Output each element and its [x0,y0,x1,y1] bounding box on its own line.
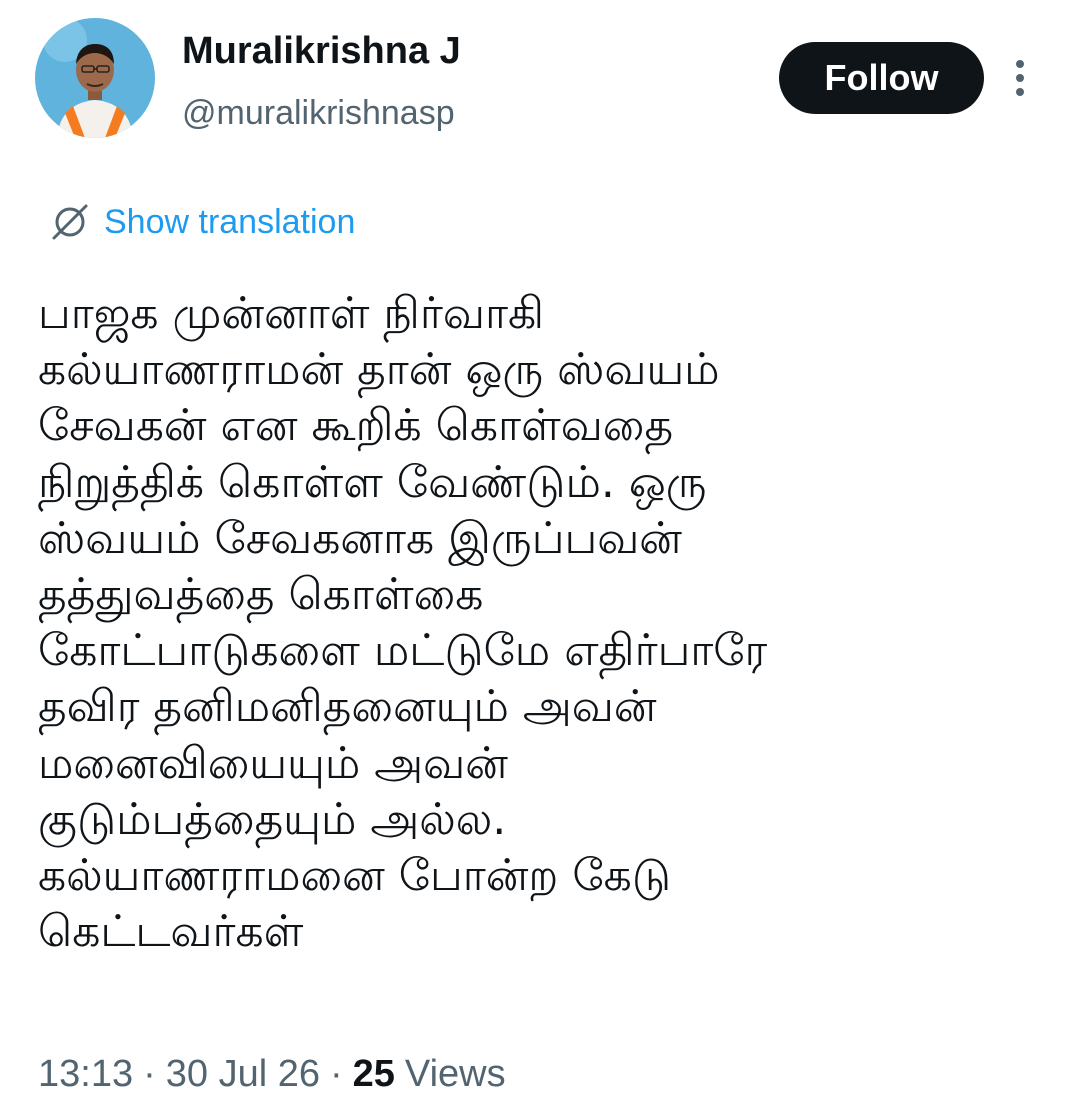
globe-slash-icon [52,204,88,240]
tweet-meta: 13:13 · 30 Jul 26 · 25 Views [38,1050,506,1098]
author-display-name[interactable]: Muralikrishna J [182,28,461,74]
tweet-line: கோட்பாடுகளை மட்டுமே எதிர்பாரே [38,625,768,677]
tweet-line: கெட்டவர்கள் [38,906,304,958]
avatar[interactable] [35,18,155,138]
tweet-line: ஸ்வயம் சேவகனாக இருப்பவன் [38,512,682,564]
tweet-line: சேவகன் என கூறிக் கொள்வதை [38,400,674,452]
tweet-line: தத்துவத்தை கொள்கை [38,569,484,621]
tweet-line: நிறுத்திக் கொள்ள வேண்டும். ஒரு [38,456,707,508]
tweet-line: கல்யாணராமனை போன்ற கேடு [38,850,672,902]
more-vertical-icon[interactable] [1008,58,1032,98]
follow-button[interactable]: Follow [779,42,984,114]
meta-separator: · [143,1052,156,1095]
tweet-line: குடும்பத்தையும் அல்ல. [38,793,507,845]
tweet-line: பாஜக முன்னாள் நிர்வாகி [38,288,544,339]
views-count: 25 [352,1052,395,1095]
tweet-line: தவிர தனிமனிதனையும் அவன் [38,681,657,733]
tweet-text: பாஜக முன்னாள் நிர்வாகி கல்யாணராமன் தான் … [38,286,1048,960]
author-handle[interactable]: @muralikrishnasp [182,92,455,134]
tweet-time[interactable]: 13:13 [38,1053,133,1096]
show-translation-label: Show translation [104,202,356,241]
tweet-line: கல்யாணராமன் தான் ஒரு ஸ்வயம் [38,344,720,396]
meta-separator: · [329,1052,343,1095]
profile-photo [35,18,155,138]
tweet-line: மனைவியையும் அவன் [38,737,508,789]
tweet-date[interactable]: 30 Jul 26 [166,1053,320,1096]
show-translation-link[interactable]: Show translation [48,200,355,244]
views-label: Views [404,1052,506,1095]
